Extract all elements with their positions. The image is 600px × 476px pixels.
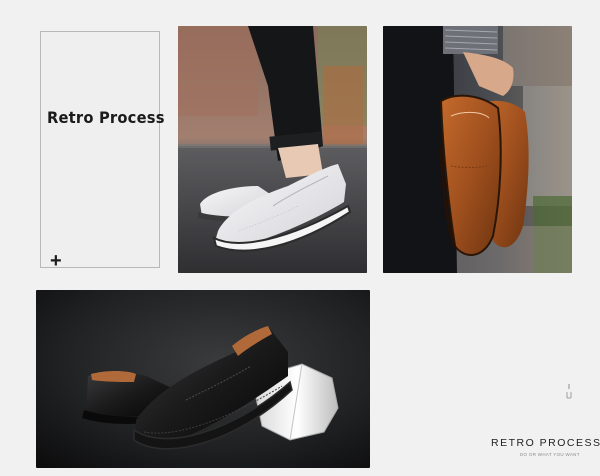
caption-title: RETRO PROCESS xyxy=(491,437,600,449)
plus-icon[interactable]: + xyxy=(50,251,62,271)
caption-subtitle: DO OR WHAT YOU WANT xyxy=(520,452,580,457)
black-shoe-photo xyxy=(36,290,370,468)
label-card-title: Retro Process xyxy=(47,108,165,127)
white-shoe-photo xyxy=(178,26,367,273)
scroll-indicator-icon xyxy=(566,384,572,400)
brown-shoe-photo xyxy=(383,26,572,273)
label-card: Retro Process + xyxy=(40,31,164,271)
